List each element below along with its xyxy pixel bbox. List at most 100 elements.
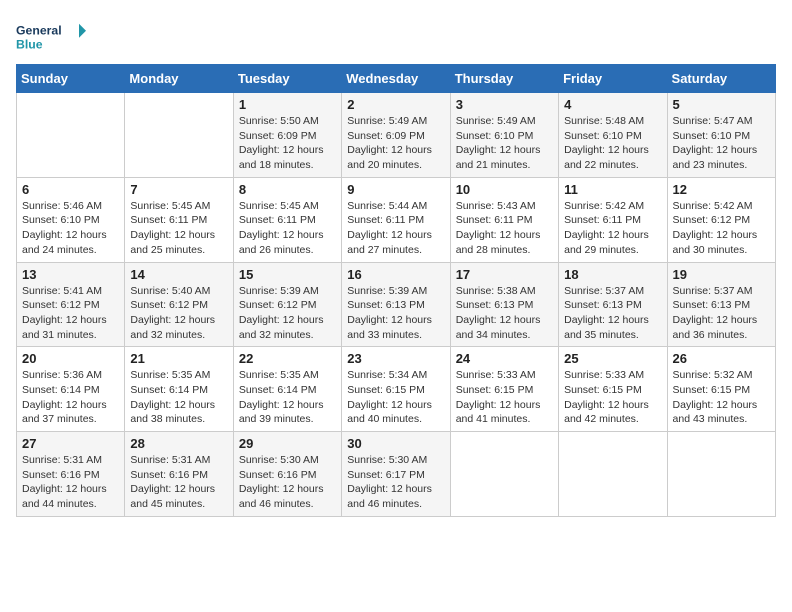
weekday-header-row: SundayMondayTuesdayWednesdayThursdayFrid… <box>17 65 776 93</box>
day-number: 14 <box>130 267 227 282</box>
day-detail: Sunrise: 5:42 AMSunset: 6:12 PMDaylight:… <box>673 200 758 256</box>
day-number: 22 <box>239 351 336 366</box>
weekday-header-friday: Friday <box>559 65 667 93</box>
day-detail: Sunrise: 5:37 AMSunset: 6:13 PMDaylight:… <box>564 285 649 341</box>
day-number: 23 <box>347 351 444 366</box>
calendar-cell: 6 Sunrise: 5:46 AMSunset: 6:10 PMDayligh… <box>17 177 125 262</box>
day-number: 2 <box>347 97 444 112</box>
svg-text:Blue: Blue <box>16 37 43 51</box>
day-detail: Sunrise: 5:34 AMSunset: 6:15 PMDaylight:… <box>347 369 432 425</box>
day-detail: Sunrise: 5:32 AMSunset: 6:15 PMDaylight:… <box>673 369 758 425</box>
calendar-cell: 22 Sunrise: 5:35 AMSunset: 6:14 PMDaylig… <box>233 347 341 432</box>
day-detail: Sunrise: 5:33 AMSunset: 6:15 PMDaylight:… <box>456 369 541 425</box>
weekday-header-sunday: Sunday <box>17 65 125 93</box>
calendar-cell <box>17 93 125 178</box>
calendar-cell: 24 Sunrise: 5:33 AMSunset: 6:15 PMDaylig… <box>450 347 558 432</box>
weekday-header-monday: Monday <box>125 65 233 93</box>
day-detail: Sunrise: 5:33 AMSunset: 6:15 PMDaylight:… <box>564 369 649 425</box>
calendar-week-row: 6 Sunrise: 5:46 AMSunset: 6:10 PMDayligh… <box>17 177 776 262</box>
day-number: 19 <box>673 267 770 282</box>
day-detail: Sunrise: 5:44 AMSunset: 6:11 PMDaylight:… <box>347 200 432 256</box>
calendar-cell: 28 Sunrise: 5:31 AMSunset: 6:16 PMDaylig… <box>125 432 233 517</box>
day-detail: Sunrise: 5:48 AMSunset: 6:10 PMDaylight:… <box>564 115 649 171</box>
calendar-cell: 26 Sunrise: 5:32 AMSunset: 6:15 PMDaylig… <box>667 347 775 432</box>
day-number: 20 <box>22 351 119 366</box>
day-number: 17 <box>456 267 553 282</box>
day-number: 7 <box>130 182 227 197</box>
day-detail: Sunrise: 5:31 AMSunset: 6:16 PMDaylight:… <box>22 454 107 510</box>
weekday-header-thursday: Thursday <box>450 65 558 93</box>
calendar-cell <box>450 432 558 517</box>
calendar-cell <box>125 93 233 178</box>
calendar-cell <box>667 432 775 517</box>
day-number: 21 <box>130 351 227 366</box>
day-number: 11 <box>564 182 661 197</box>
day-detail: Sunrise: 5:45 AMSunset: 6:11 PMDaylight:… <box>239 200 324 256</box>
day-number: 4 <box>564 97 661 112</box>
calendar-week-row: 20 Sunrise: 5:36 AMSunset: 6:14 PMDaylig… <box>17 347 776 432</box>
day-detail: Sunrise: 5:43 AMSunset: 6:11 PMDaylight:… <box>456 200 541 256</box>
day-detail: Sunrise: 5:45 AMSunset: 6:11 PMDaylight:… <box>130 200 215 256</box>
calendar-cell: 13 Sunrise: 5:41 AMSunset: 6:12 PMDaylig… <box>17 262 125 347</box>
day-detail: Sunrise: 5:35 AMSunset: 6:14 PMDaylight:… <box>130 369 215 425</box>
calendar-cell: 1 Sunrise: 5:50 AMSunset: 6:09 PMDayligh… <box>233 93 341 178</box>
weekday-header-saturday: Saturday <box>667 65 775 93</box>
calendar-cell: 27 Sunrise: 5:31 AMSunset: 6:16 PMDaylig… <box>17 432 125 517</box>
calendar-cell: 25 Sunrise: 5:33 AMSunset: 6:15 PMDaylig… <box>559 347 667 432</box>
calendar-cell: 30 Sunrise: 5:30 AMSunset: 6:17 PMDaylig… <box>342 432 450 517</box>
day-detail: Sunrise: 5:30 AMSunset: 6:17 PMDaylight:… <box>347 454 432 510</box>
calendar-cell: 16 Sunrise: 5:39 AMSunset: 6:13 PMDaylig… <box>342 262 450 347</box>
day-detail: Sunrise: 5:39 AMSunset: 6:12 PMDaylight:… <box>239 285 324 341</box>
day-number: 10 <box>456 182 553 197</box>
calendar-cell: 23 Sunrise: 5:34 AMSunset: 6:15 PMDaylig… <box>342 347 450 432</box>
calendar-week-row: 27 Sunrise: 5:31 AMSunset: 6:16 PMDaylig… <box>17 432 776 517</box>
day-detail: Sunrise: 5:41 AMSunset: 6:12 PMDaylight:… <box>22 285 107 341</box>
day-detail: Sunrise: 5:49 AMSunset: 6:10 PMDaylight:… <box>456 115 541 171</box>
day-number: 9 <box>347 182 444 197</box>
day-detail: Sunrise: 5:49 AMSunset: 6:09 PMDaylight:… <box>347 115 432 171</box>
calendar-cell: 8 Sunrise: 5:45 AMSunset: 6:11 PMDayligh… <box>233 177 341 262</box>
day-detail: Sunrise: 5:37 AMSunset: 6:13 PMDaylight:… <box>673 285 758 341</box>
calendar-cell: 20 Sunrise: 5:36 AMSunset: 6:14 PMDaylig… <box>17 347 125 432</box>
day-detail: Sunrise: 5:46 AMSunset: 6:10 PMDaylight:… <box>22 200 107 256</box>
calendar-cell: 15 Sunrise: 5:39 AMSunset: 6:12 PMDaylig… <box>233 262 341 347</box>
day-detail: Sunrise: 5:39 AMSunset: 6:13 PMDaylight:… <box>347 285 432 341</box>
calendar-cell: 9 Sunrise: 5:44 AMSunset: 6:11 PMDayligh… <box>342 177 450 262</box>
day-detail: Sunrise: 5:50 AMSunset: 6:09 PMDaylight:… <box>239 115 324 171</box>
calendar-week-row: 1 Sunrise: 5:50 AMSunset: 6:09 PMDayligh… <box>17 93 776 178</box>
calendar-cell: 4 Sunrise: 5:48 AMSunset: 6:10 PMDayligh… <box>559 93 667 178</box>
day-number: 25 <box>564 351 661 366</box>
calendar-cell: 12 Sunrise: 5:42 AMSunset: 6:12 PMDaylig… <box>667 177 775 262</box>
day-number: 6 <box>22 182 119 197</box>
day-number: 12 <box>673 182 770 197</box>
calendar-cell: 29 Sunrise: 5:30 AMSunset: 6:16 PMDaylig… <box>233 432 341 517</box>
calendar-cell: 21 Sunrise: 5:35 AMSunset: 6:14 PMDaylig… <box>125 347 233 432</box>
calendar-cell: 14 Sunrise: 5:40 AMSunset: 6:12 PMDaylig… <box>125 262 233 347</box>
day-number: 24 <box>456 351 553 366</box>
day-detail: Sunrise: 5:36 AMSunset: 6:14 PMDaylight:… <box>22 369 107 425</box>
calendar-cell <box>559 432 667 517</box>
day-number: 8 <box>239 182 336 197</box>
day-detail: Sunrise: 5:30 AMSunset: 6:16 PMDaylight:… <box>239 454 324 510</box>
day-number: 13 <box>22 267 119 282</box>
day-number: 3 <box>456 97 553 112</box>
day-detail: Sunrise: 5:42 AMSunset: 6:11 PMDaylight:… <box>564 200 649 256</box>
day-number: 29 <box>239 436 336 451</box>
svg-text:General: General <box>16 23 62 37</box>
calendar-week-row: 13 Sunrise: 5:41 AMSunset: 6:12 PMDaylig… <box>17 262 776 347</box>
day-detail: Sunrise: 5:40 AMSunset: 6:12 PMDaylight:… <box>130 285 215 341</box>
day-detail: Sunrise: 5:35 AMSunset: 6:14 PMDaylight:… <box>239 369 324 425</box>
logo-svg: General Blue <box>16 16 86 56</box>
day-number: 30 <box>347 436 444 451</box>
day-number: 18 <box>564 267 661 282</box>
day-detail: Sunrise: 5:31 AMSunset: 6:16 PMDaylight:… <box>130 454 215 510</box>
day-number: 26 <box>673 351 770 366</box>
calendar-cell: 2 Sunrise: 5:49 AMSunset: 6:09 PMDayligh… <box>342 93 450 178</box>
day-number: 27 <box>22 436 119 451</box>
weekday-header-tuesday: Tuesday <box>233 65 341 93</box>
calendar-cell: 11 Sunrise: 5:42 AMSunset: 6:11 PMDaylig… <box>559 177 667 262</box>
day-detail: Sunrise: 5:47 AMSunset: 6:10 PMDaylight:… <box>673 115 758 171</box>
calendar-cell: 5 Sunrise: 5:47 AMSunset: 6:10 PMDayligh… <box>667 93 775 178</box>
logo: General Blue <box>16 16 86 56</box>
day-detail: Sunrise: 5:38 AMSunset: 6:13 PMDaylight:… <box>456 285 541 341</box>
